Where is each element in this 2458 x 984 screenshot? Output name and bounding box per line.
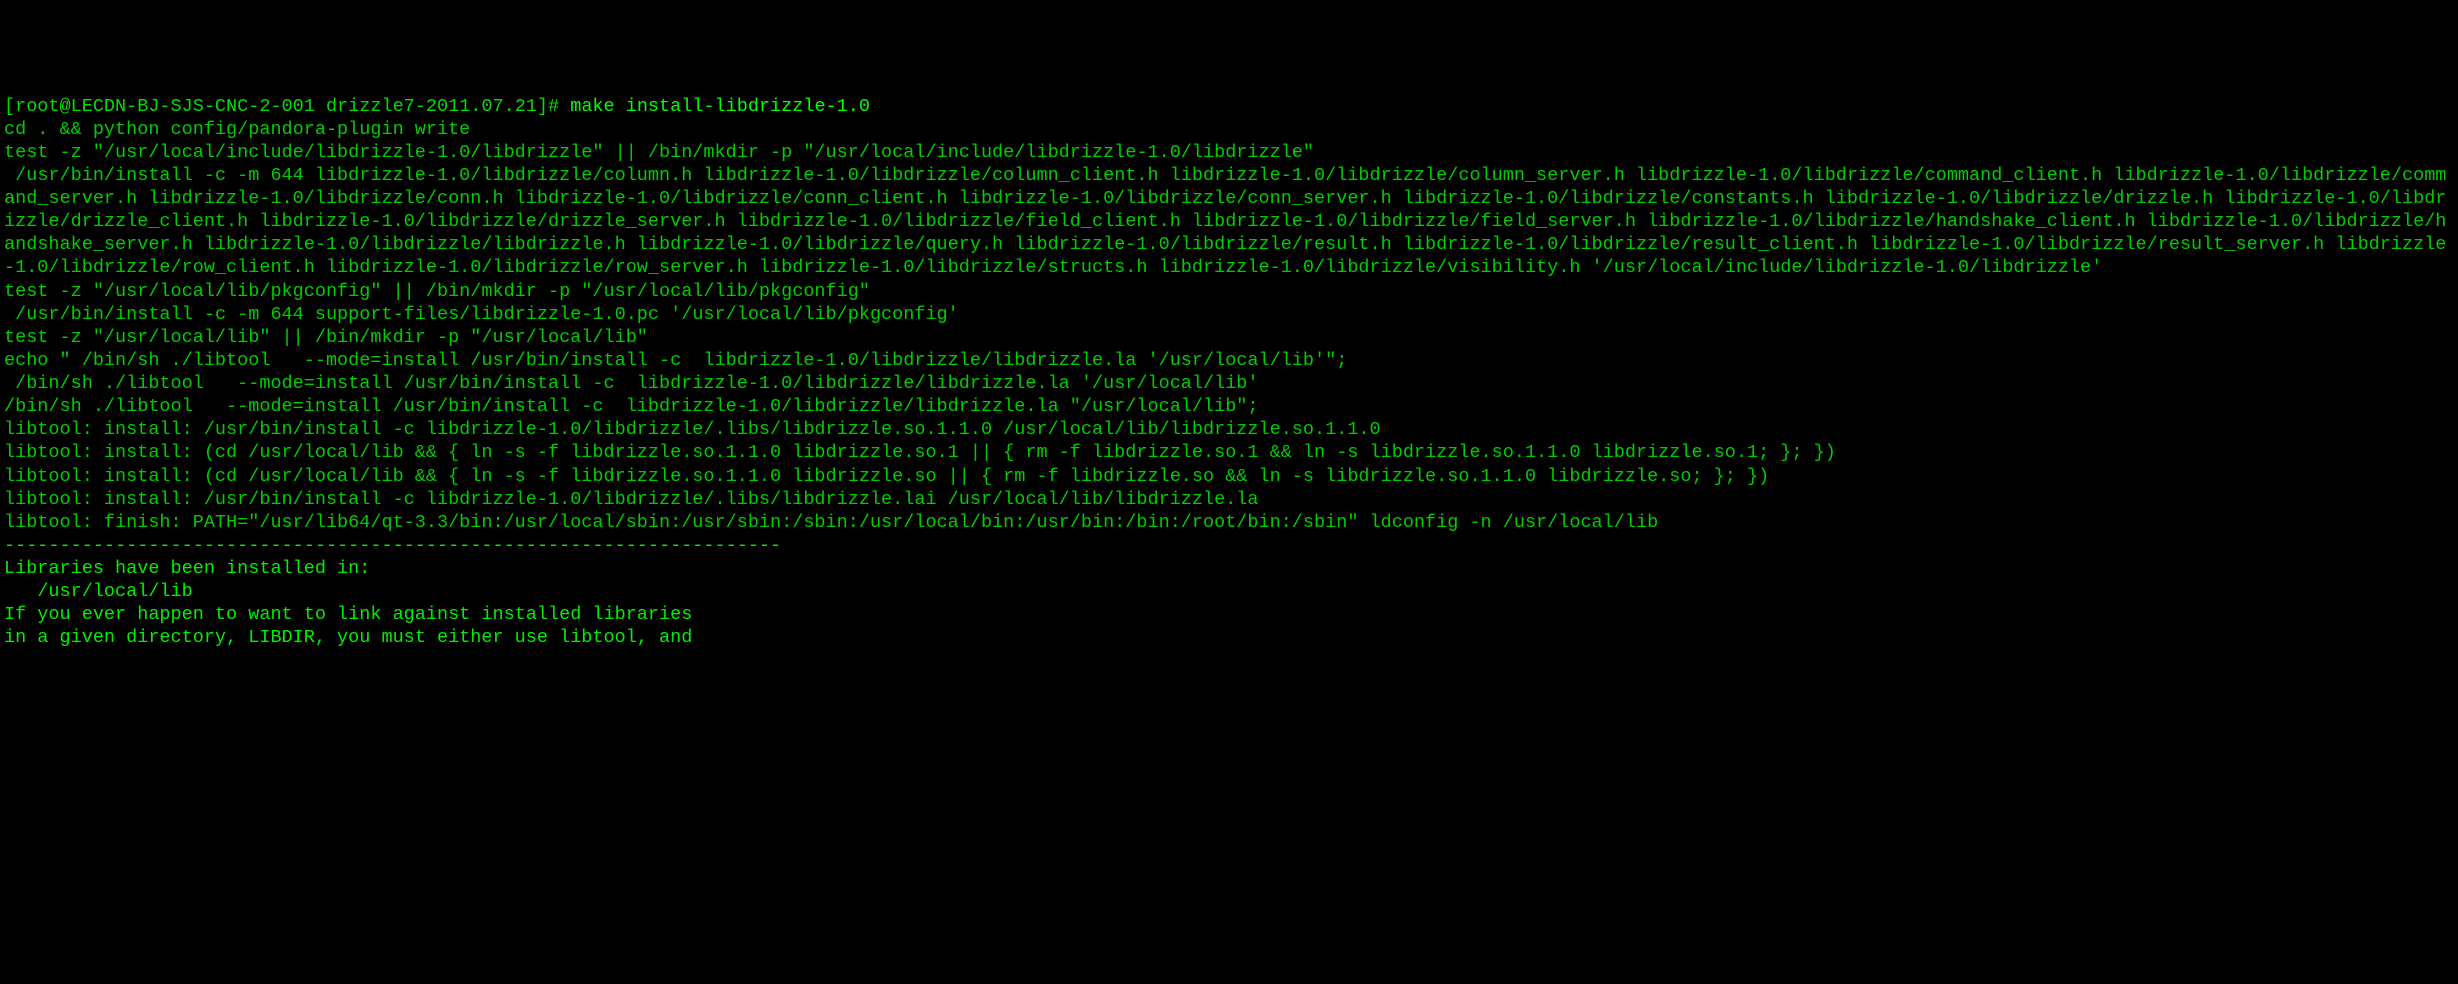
output-line: libtool: install: (cd /usr/local/lib && … bbox=[4, 441, 2454, 464]
output-line: libtool: install: (cd /usr/local/lib && … bbox=[4, 465, 2454, 488]
output-line: If you ever happen to want to link again… bbox=[4, 603, 2454, 626]
output-line: test -z "/usr/local/lib/pkgconfig" || /b… bbox=[4, 280, 2454, 303]
terminal-window[interactable]: [root@LECDN-BJ-SJS-CNC-2-001 drizzle7-20… bbox=[4, 95, 2454, 650]
divider-line: ----------------------------------------… bbox=[4, 534, 2454, 557]
output-line: test -z "/usr/local/lib" || /bin/mkdir -… bbox=[4, 326, 2454, 349]
output-line: /usr/bin/install -c -m 644 support-files… bbox=[4, 303, 2454, 326]
output-line: /bin/sh ./libtool --mode=install /usr/bi… bbox=[4, 395, 2454, 418]
prompt-user-host: [root@LECDN-BJ-SJS-CNC-2-001 bbox=[4, 96, 315, 117]
prompt-line: [root@LECDN-BJ-SJS-CNC-2-001 drizzle7-20… bbox=[4, 95, 2454, 118]
output-line: test -z "/usr/local/include/libdrizzle-1… bbox=[4, 141, 2454, 164]
prompt-cwd: drizzle7-2011.07.21]# bbox=[326, 96, 559, 117]
output-line: Libraries have been installed in: bbox=[4, 557, 2454, 580]
output-line: echo " /bin/sh ./libtool --mode=install … bbox=[4, 349, 2454, 372]
output-line: libtool: install: /usr/bin/install -c li… bbox=[4, 418, 2454, 441]
output-line: cd . && python config/pandora-plugin wri… bbox=[4, 118, 2454, 141]
output-line: /bin/sh ./libtool --mode=install /usr/bi… bbox=[4, 372, 2454, 395]
output-line: /usr/local/lib bbox=[4, 580, 2454, 603]
output-line: libtool: finish: PATH="/usr/lib64/qt-3.3… bbox=[4, 511, 2454, 534]
command-text: make install-libdrizzle-1.0 bbox=[570, 96, 870, 117]
output-line: in a given directory, LIBDIR, you must e… bbox=[4, 626, 2454, 649]
output-line: libtool: install: /usr/bin/install -c li… bbox=[4, 488, 2454, 511]
output-line: /usr/bin/install -c -m 644 libdrizzle-1.… bbox=[4, 164, 2454, 280]
